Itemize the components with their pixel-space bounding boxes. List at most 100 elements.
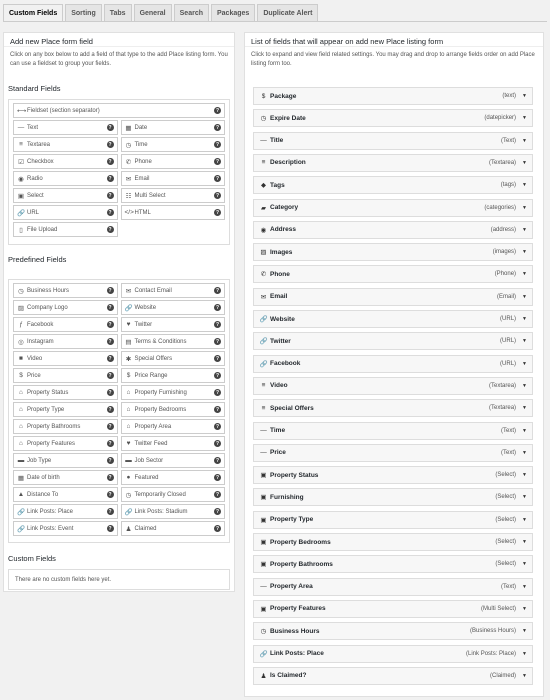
form-field-row-website[interactable]: 🔗 Website (URL) ▼ bbox=[253, 310, 533, 328]
help-icon[interactable]: ? bbox=[106, 209, 114, 216]
add-field-featured-button[interactable]: ● Featured? bbox=[120, 470, 225, 485]
help-icon[interactable]: ? bbox=[106, 141, 114, 148]
help-icon[interactable]: ? bbox=[214, 440, 221, 447]
expand-arrow-icon[interactable]: ▼ bbox=[522, 338, 527, 344]
help-icon[interactable]: ? bbox=[214, 175, 221, 182]
add-field-contact-email-button[interactable]: ✉ Contact Email? bbox=[120, 283, 225, 298]
form-field-row-address[interactable]: ◉ Address (address) ▼ bbox=[253, 220, 533, 239]
help-icon[interactable]: ? bbox=[214, 406, 221, 413]
form-field-row-property-bedrooms[interactable]: ▣ Property Bedrooms (Select) ▼ bbox=[253, 533, 533, 551]
help-icon[interactable]: ? bbox=[214, 457, 221, 464]
expand-arrow-icon[interactable]: ▼ bbox=[522, 472, 527, 478]
expand-arrow-icon[interactable]: ▼ bbox=[522, 93, 527, 99]
add-field-price-button[interactable]: $ Price? bbox=[13, 368, 118, 383]
expand-arrow-icon[interactable]: ▼ bbox=[522, 673, 527, 679]
tab-search[interactable]: Search bbox=[173, 4, 209, 21]
add-field-price-range-button[interactable]: $ Price Range? bbox=[120, 368, 225, 383]
expand-arrow-icon[interactable]: ▼ bbox=[522, 115, 527, 121]
help-icon[interactable]: ? bbox=[214, 372, 221, 379]
help-icon[interactable]: ? bbox=[106, 124, 114, 131]
help-icon[interactable]: ? bbox=[214, 355, 221, 362]
form-field-row-business-hours[interactable]: ◷ Business Hours (Business Hours) ▼ bbox=[253, 622, 533, 641]
form-field-row-images[interactable]: ▨ Images (images) ▼ bbox=[253, 243, 533, 262]
add-field-twitter-button[interactable]: ♥ Twitter? bbox=[120, 317, 225, 332]
add-field-property-features-button[interactable]: ⌂ Property Features? bbox=[13, 436, 118, 451]
help-icon[interactable]: ? bbox=[106, 491, 114, 498]
add-field-property-bathrooms-button[interactable]: ⌂ Property Bathrooms? bbox=[13, 419, 118, 434]
add-field-website-button[interactable]: 🔗 Website? bbox=[120, 300, 225, 315]
help-icon[interactable]: ? bbox=[106, 406, 114, 413]
expand-arrow-icon[interactable]: ▼ bbox=[522, 361, 527, 367]
form-field-row-link-posts-place[interactable]: 🔗 Link Posts: Place (Link Posts: Place) ▼ bbox=[253, 644, 533, 663]
add-field-url-button[interactable]: 🔗 URL? bbox=[13, 205, 118, 220]
tab-tabs[interactable]: Tabs bbox=[103, 4, 132, 21]
add-field-claimed-button[interactable]: ♟ Claimed? bbox=[120, 521, 225, 536]
expand-arrow-icon[interactable]: ▼ bbox=[522, 160, 527, 166]
add-field-distance-to-button[interactable]: ▲ Distance To? bbox=[13, 487, 118, 502]
add-field-textarea-button[interactable]: ≡ Textarea? bbox=[13, 137, 118, 152]
help-icon[interactable]: ? bbox=[106, 192, 114, 199]
form-field-row-property-features[interactable]: ▣ Property Features (Multi Select) ▼ bbox=[253, 599, 533, 618]
expand-arrow-icon[interactable]: ▼ bbox=[522, 584, 527, 590]
add-field-property-area-button[interactable]: ⌂ Property Area? bbox=[120, 419, 225, 434]
form-field-row-video[interactable]: ≡ Video (Textarea) ▼ bbox=[253, 376, 533, 395]
expand-arrow-icon[interactable]: ▼ bbox=[522, 249, 527, 255]
form-field-row-is-claimed[interactable]: ♟ Is Claimed? (Claimed) ▼ bbox=[253, 666, 533, 685]
expand-arrow-icon[interactable]: ▼ bbox=[522, 494, 527, 500]
expand-arrow-icon[interactable]: ▼ bbox=[522, 539, 527, 545]
add-field-property-status-button[interactable]: ⌂ Property Status? bbox=[13, 385, 118, 400]
add-field-property-bedrooms-button[interactable]: ⌂ Property Bedrooms? bbox=[120, 402, 225, 417]
help-icon[interactable]: ? bbox=[214, 423, 221, 430]
form-field-row-property-status[interactable]: ▣ Property Status (Select) ▼ bbox=[253, 466, 533, 485]
add-field-special-offers-button[interactable]: ✱ Special Offers? bbox=[120, 351, 225, 366]
add-field-radio-button[interactable]: ◉ Radio? bbox=[13, 171, 118, 186]
help-icon[interactable]: ? bbox=[214, 141, 221, 148]
help-icon[interactable]: ? bbox=[106, 321, 114, 328]
help-icon[interactable]: ? bbox=[106, 287, 114, 294]
expand-arrow-icon[interactable]: ▼ bbox=[522, 428, 527, 434]
help-icon[interactable]: ? bbox=[106, 226, 114, 233]
help-icon[interactable]: ? bbox=[106, 338, 114, 345]
help-icon[interactable]: ? bbox=[214, 525, 221, 532]
form-field-row-title[interactable]: — Title (Text) ▼ bbox=[253, 131, 533, 150]
form-field-row-property-type[interactable]: ▣ Property Type (Select) ▼ bbox=[253, 510, 533, 529]
add-field-date-button[interactable]: ▦ Date? bbox=[120, 120, 225, 135]
add-field-business-hours-button[interactable]: ◷ Business Hours? bbox=[13, 283, 118, 298]
expand-arrow-icon[interactable]: ▼ bbox=[522, 383, 527, 389]
form-field-row-tags[interactable]: ◆ Tags (tags) ▼ bbox=[253, 176, 533, 195]
help-icon[interactable]: ? bbox=[214, 209, 221, 216]
expand-arrow-icon[interactable]: ▼ bbox=[522, 227, 527, 233]
expand-arrow-icon[interactable]: ▼ bbox=[522, 405, 527, 411]
expand-arrow-icon[interactable]: ▼ bbox=[522, 651, 527, 657]
help-icon[interactable]: ? bbox=[106, 304, 114, 311]
form-field-row-expire-date[interactable]: ◷ Expire Date (datepicker) ▼ bbox=[253, 109, 533, 128]
add-field-property-furnishing-button[interactable]: ⌂ Property Furnishing? bbox=[120, 385, 225, 400]
add-field-company-logo-button[interactable]: ▨ Company Logo? bbox=[13, 300, 118, 315]
expand-arrow-icon[interactable]: ▼ bbox=[522, 561, 527, 567]
add-field-link-posts-place-button[interactable]: 🔗 Link Posts: Place? bbox=[13, 504, 118, 519]
help-icon[interactable]: ? bbox=[214, 124, 221, 131]
expand-arrow-icon[interactable]: ▼ bbox=[522, 271, 527, 277]
form-field-row-time[interactable]: — Time (Text) ▼ bbox=[253, 421, 533, 440]
expand-arrow-icon[interactable]: ▼ bbox=[522, 182, 527, 188]
expand-arrow-icon[interactable]: ▼ bbox=[522, 628, 527, 634]
help-icon[interactable]: ? bbox=[214, 474, 221, 481]
form-field-row-special-offers[interactable]: ≡ Special Offers (Textarea) ▼ bbox=[253, 399, 533, 418]
form-field-row-email[interactable]: ✉ Email (Email) ▼ bbox=[253, 287, 533, 306]
add-field-text-button[interactable]: — Text? bbox=[13, 120, 118, 135]
add-field-file-upload-button[interactable]: ▯ File Upload? bbox=[13, 222, 118, 237]
add-field-link-posts-event-button[interactable]: 🔗 Link Posts: Event? bbox=[13, 521, 118, 536]
form-field-row-category[interactable]: ▰ Category (categories) ▼ bbox=[253, 198, 533, 217]
help-icon[interactable]: ? bbox=[106, 158, 114, 165]
help-icon[interactable]: ? bbox=[106, 525, 114, 532]
help-icon[interactable]: ? bbox=[214, 287, 221, 294]
help-icon[interactable]: ? bbox=[214, 321, 221, 328]
help-icon[interactable]: ? bbox=[214, 192, 221, 199]
add-field-job-sector-button[interactable]: ▬ Job Sector? bbox=[120, 453, 225, 468]
add-field-email-button[interactable]: ✉ Email? bbox=[120, 171, 225, 186]
help-icon[interactable]: ? bbox=[214, 389, 221, 396]
form-field-row-facebook[interactable]: 🔗 Facebook (URL) ▼ bbox=[253, 354, 533, 373]
add-field-html-button[interactable]: </> HTML? bbox=[120, 205, 225, 220]
expand-arrow-icon[interactable]: ▼ bbox=[522, 450, 527, 456]
expand-arrow-icon[interactable]: ▼ bbox=[522, 138, 527, 144]
